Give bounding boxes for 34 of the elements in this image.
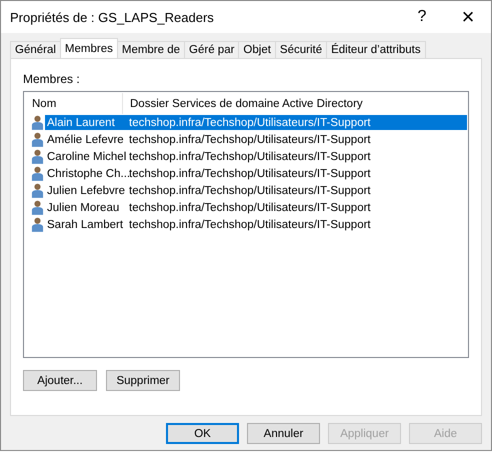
user-icon	[31, 166, 44, 181]
user-icon	[31, 132, 44, 147]
tab[interactable]: Général	[10, 41, 61, 58]
table-cell-text: techshop.infra/Techshop/Utilisateurs/IT-Support	[129, 184, 372, 198]
user-icon	[31, 183, 44, 198]
user-icon	[31, 149, 44, 164]
tab[interactable]: Membres	[60, 38, 118, 58]
dialog-button[interactable]: OK	[166, 423, 239, 444]
table-cell: techshop.infra/Techshop/Utilisateurs/IT-Support	[129, 115, 467, 130]
dialog-button[interactable]: Annuler	[247, 423, 320, 444]
table-cell-text: techshop.infra/Techshop/Utilisateurs/IT-Support	[129, 132, 372, 147]
list-button[interactable]: Ajouter...	[23, 370, 97, 391]
column-header[interactable]: Dossier Services de domaine Active Directory	[123, 93, 467, 114]
member-name[interactable]: Julien Lefebvre	[45, 183, 129, 198]
table-cell-text: techshop.infra/Techshop/Utilisateurs/IT-Support	[129, 166, 372, 181]
member-name[interactable]: Alain Laurent	[45, 115, 129, 130]
members-label: Membres :	[23, 72, 81, 86]
member-name[interactable]: Sarah Lambert	[45, 217, 129, 232]
member-name[interactable]: Julien Moreau	[45, 200, 129, 215]
table-cell-text: techshop.infra/Techshop/Utilisateurs/IT-Support	[129, 218, 372, 232]
user-icon	[31, 115, 44, 130]
user-icon	[31, 217, 44, 232]
tab[interactable]: Géré par	[184, 41, 240, 58]
list-button[interactable]: Supprimer	[106, 370, 180, 391]
member-name[interactable]: Christophe Ch...	[45, 166, 129, 181]
member-name[interactable]: Amélie Lefevre	[45, 132, 129, 147]
tab[interactable]: Objet	[238, 41, 276, 58]
window-title: Propriétés de : GS_LAPS_Readers	[10, 10, 214, 24]
tab[interactable]: Éditeur d’attributs	[326, 41, 426, 58]
table-cell-text: techshop.infra/Techshop/Utilisateurs/IT-Support	[129, 150, 372, 164]
column-header[interactable]: Nom	[25, 93, 123, 114]
user-icon	[31, 200, 44, 215]
member-name[interactable]: Caroline Michel	[45, 149, 129, 164]
table-cell-text: techshop.infra/Techshop/Utilisateurs/IT-Support	[129, 200, 372, 215]
